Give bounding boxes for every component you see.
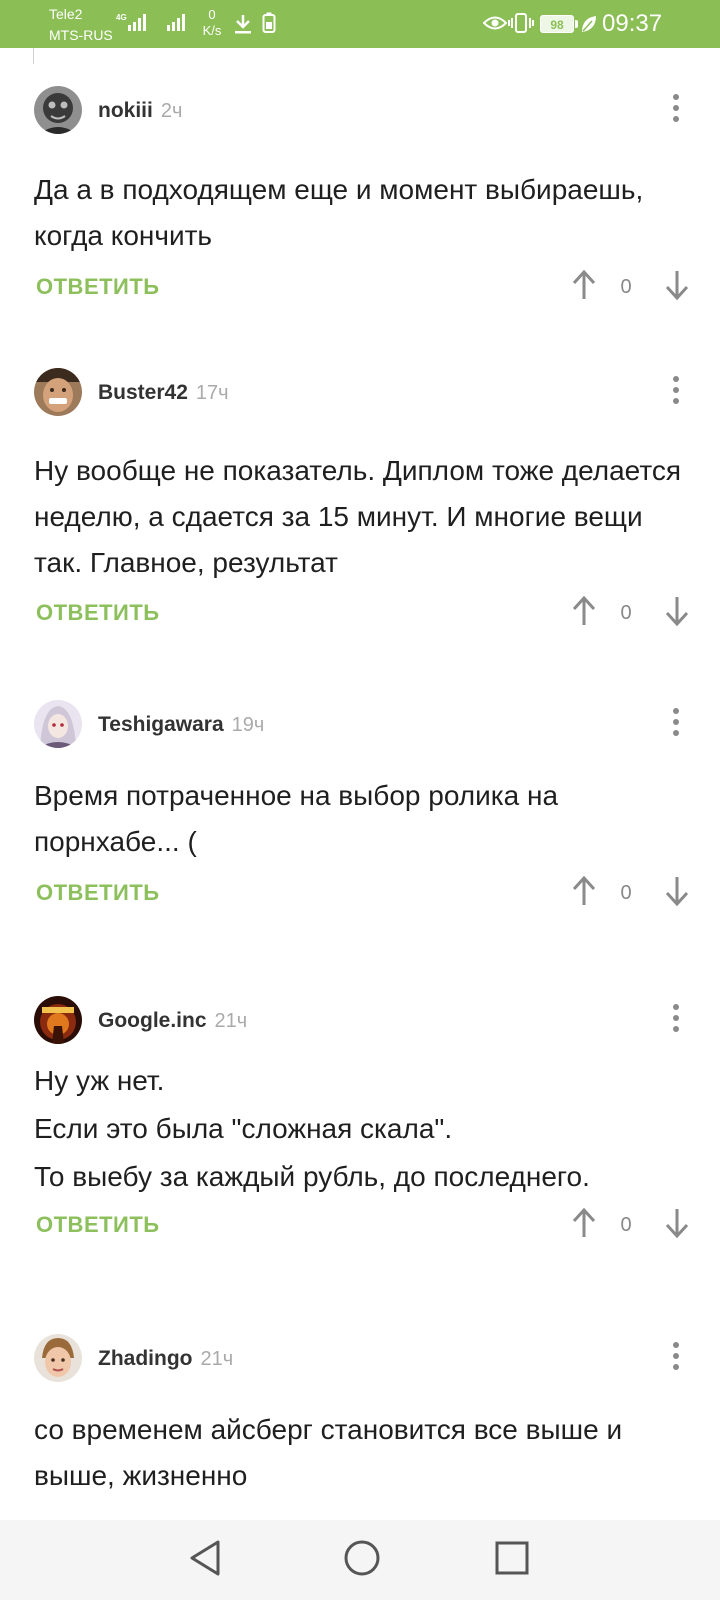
vote-count: 0	[620, 1214, 632, 1236]
comment-time: 21ч	[200, 1348, 234, 1370]
status-bar: Tele2 MTS-RUS 4G 0 K/s 98 09:37	[0, 0, 720, 48]
upvote-arrow-icon[interactable]	[572, 595, 596, 627]
vote-count: 0	[620, 882, 632, 904]
avatar[interactable]	[34, 700, 82, 748]
username[interactable]: nokiii 2ч	[98, 98, 182, 124]
comment-paragraph: Время потраченное на выбор ролика на пор…	[34, 780, 559, 857]
comment-text: Ну уж нет. Если это была "сложная скала"…	[34, 1057, 694, 1201]
thread-line	[33, 48, 34, 64]
username[interactable]: Teshigawara 19ч	[98, 712, 264, 738]
network-type: 4G	[116, 13, 127, 22]
back-icon[interactable]	[188, 1538, 224, 1578]
downvote-arrow-icon[interactable]	[665, 1207, 689, 1239]
avatar[interactable]	[34, 1334, 82, 1382]
avatar[interactable]	[34, 86, 82, 134]
comment-time: 2ч	[160, 100, 183, 122]
reply-button[interactable]: ОТВЕТИТЬ	[36, 1212, 160, 1238]
vote-count: 0	[620, 602, 632, 624]
downvote-arrow-icon[interactable]	[665, 269, 689, 301]
recents-icon[interactable]	[494, 1540, 530, 1576]
username-text[interactable]: Google.inc	[98, 1009, 207, 1032]
comment-time: 19ч	[231, 714, 265, 736]
comment-time: 21ч	[214, 1010, 248, 1032]
more-options-icon[interactable]	[662, 1000, 690, 1040]
battery-indicator: 98	[540, 15, 574, 33]
more-options-icon[interactable]	[662, 90, 690, 130]
comment-paragraph: Да а в подходящем еще и момент выбираешь…	[34, 174, 644, 251]
battery-tip	[575, 20, 578, 28]
download-icon	[235, 15, 251, 34]
navigation-bar	[0, 1520, 720, 1600]
leaf-icon	[582, 16, 596, 32]
comment-text: со временем айсберг становится все выше …	[34, 1407, 694, 1499]
comment-text: Да а в подходящем еще и момент выбираешь…	[34, 167, 694, 259]
carrier-name-1: Tele2	[49, 6, 83, 22]
reply-button[interactable]: ОТВЕТИТЬ	[36, 880, 160, 906]
network-speed: 0 K/s	[200, 7, 224, 39]
clock: 09:37	[602, 10, 663, 37]
eye-icon	[483, 16, 507, 30]
comment-paragraph: Если это была "сложная скала".	[34, 1113, 453, 1144]
username-text[interactable]: nokiii	[98, 99, 153, 122]
battery-saver-icon	[262, 12, 276, 33]
comment-paragraph: Ну уж нет.	[34, 1065, 165, 1096]
username[interactable]: Zhadingo 21ч	[98, 1346, 233, 1372]
comment-time: 17ч	[195, 382, 229, 404]
comment-text: Ну вообще не показатель. Диплом тоже дел…	[34, 448, 694, 586]
avatar[interactable]	[34, 368, 82, 416]
username-text[interactable]: Zhadingo	[98, 1347, 192, 1370]
vibrate-icon	[508, 13, 534, 33]
more-options-icon[interactable]	[662, 1338, 690, 1378]
reply-button[interactable]: ОТВЕТИТЬ	[36, 274, 160, 300]
carrier-name-2: MTS-RUS	[49, 27, 113, 43]
downvote-arrow-icon[interactable]	[665, 875, 689, 907]
signal-icon	[128, 14, 146, 31]
more-options-icon[interactable]	[662, 704, 690, 744]
home-icon[interactable]	[342, 1538, 382, 1578]
username[interactable]: Google.inc 21ч	[98, 1008, 247, 1034]
signal-icon	[167, 14, 185, 31]
username-text[interactable]: Buster42	[98, 381, 188, 404]
vote-count: 0	[620, 276, 632, 298]
upvote-arrow-icon[interactable]	[572, 875, 596, 907]
comment-paragraph: То выебу за каждый рубль, до последнего.	[34, 1161, 590, 1192]
avatar[interactable]	[34, 996, 82, 1044]
upvote-arrow-icon[interactable]	[572, 269, 596, 301]
more-options-icon[interactable]	[662, 372, 690, 412]
upvote-arrow-icon[interactable]	[572, 1207, 596, 1239]
username[interactable]: Buster42 17ч	[98, 380, 229, 406]
comment-text: Время потраченное на выбор ролика на пор…	[34, 773, 694, 865]
speed-value: 0	[208, 7, 216, 22]
speed-unit: K/s	[202, 23, 222, 38]
comment-paragraph: со временем айсберг становится все выше …	[34, 1414, 623, 1491]
downvote-arrow-icon[interactable]	[665, 595, 689, 627]
username-text[interactable]: Teshigawara	[98, 713, 224, 736]
reply-button[interactable]: ОТВЕТИТЬ	[36, 600, 160, 626]
comment-paragraph: Ну вообще не показатель. Диплом тоже дел…	[34, 455, 681, 578]
